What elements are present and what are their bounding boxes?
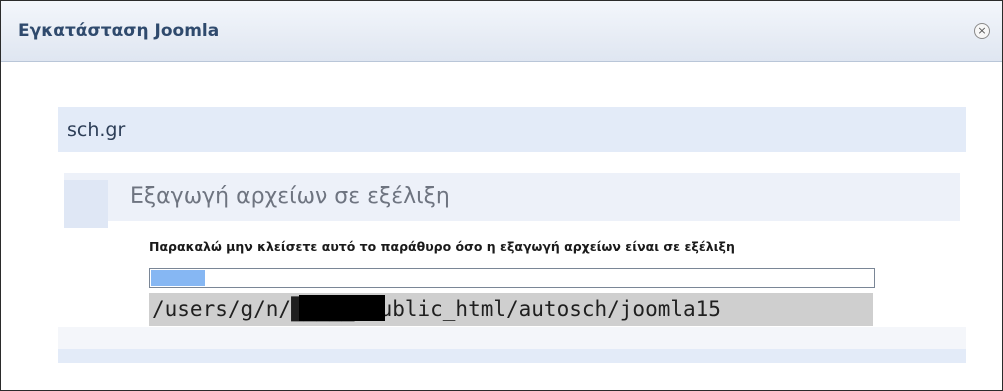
progress-bar-fill	[151, 270, 205, 286]
current-path-box: /users/g/n/█████/public_html/autosch/joo…	[149, 293, 873, 326]
progress-bar	[149, 268, 875, 288]
task-status-block	[64, 180, 108, 228]
site-name: sch.gr	[67, 119, 126, 141]
dialog-title: Εγκατάσταση Joomla	[18, 21, 220, 41]
warning-message: Παρακαλώ μην κλείσετε αυτό το παράθυρο ό…	[149, 239, 735, 254]
dialog-titlebar: Εγκατάσταση Joomla ×	[1, 1, 1002, 62]
current-path: /users/g/n/█████/public_html/autosch/joo…	[152, 297, 721, 321]
panel-spacer	[58, 327, 966, 349]
panel-footer	[58, 349, 966, 363]
site-header: sch.gr	[58, 107, 966, 152]
dialog-content: sch.gr Εξαγωγή αρχείων σε εξέλιξη Παρακα…	[58, 107, 966, 363]
task-panel: Εξαγωγή αρχείων σε εξέλιξη	[64, 173, 960, 228]
close-icon[interactable]: ×	[974, 23, 990, 39]
redaction-box	[299, 295, 385, 321]
task-title: Εξαγωγή αρχείων σε εξέλιξη	[130, 184, 450, 209]
install-dialog: Εγκατάσταση Joomla × sch.gr Εξαγωγή αρχε…	[0, 0, 1003, 391]
